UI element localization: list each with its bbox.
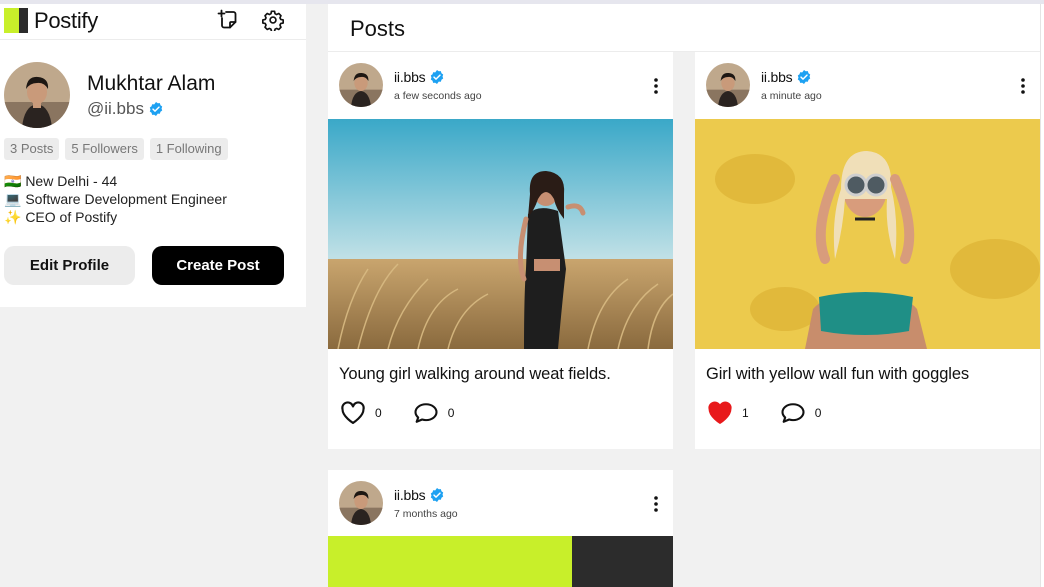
post-timestamp: a few seconds ago: [394, 90, 482, 102]
bio-line-role: ✨ CEO of Postify: [4, 209, 118, 225]
gear-icon[interactable]: [262, 9, 284, 31]
post-username[interactable]: ii.bbs: [394, 69, 426, 85]
comment-count: 0: [447, 406, 455, 420]
more-vertical-icon[interactable]: [647, 494, 665, 514]
profile-handle: @ii.bbs: [87, 99, 144, 118]
heart-icon[interactable]: [339, 399, 367, 427]
verified-badge-icon: [796, 69, 812, 85]
post-card: ii.bbs a few seconds ago Young girl walk…: [328, 52, 673, 449]
avatar[interactable]: [4, 62, 70, 128]
new-post-icon[interactable]: [217, 9, 239, 31]
profile-bio: 🇮🇳 New Delhi - 44 💻 Software Development…: [4, 172, 227, 226]
posts-count[interactable]: 3 Posts: [4, 138, 60, 160]
scrollbar-track[interactable]: [1040, 4, 1044, 587]
following-count[interactable]: 1 Following: [149, 138, 228, 160]
post-actions: 0 0: [339, 399, 454, 427]
verified-badge-icon: [429, 487, 445, 503]
more-vertical-icon[interactable]: [647, 76, 665, 96]
postify-logo-icon: [4, 8, 28, 33]
page-title: Posts: [350, 16, 406, 41]
post-username-row[interactable]: ii.bbs: [761, 69, 812, 85]
comment-icon[interactable]: [412, 399, 440, 427]
heart-icon[interactable]: [706, 399, 734, 427]
profile-sidebar: Postify Mukhtar Alam @ii.bbs 3 Posts 5 F…: [0, 4, 306, 307]
post-caption: Young girl walking around weat fields.: [339, 365, 611, 383]
post-card: ii.bbs a minute ago Girl with yellow wal…: [695, 52, 1040, 449]
comment-count: 0: [814, 406, 822, 420]
posts-header: Posts: [328, 4, 1040, 52]
post-image[interactable]: [328, 536, 673, 587]
post-timestamp: 7 months ago: [394, 508, 458, 520]
more-vertical-icon[interactable]: [1014, 76, 1032, 96]
post-username-row[interactable]: ii.bbs: [394, 487, 445, 503]
post-image[interactable]: [695, 119, 1040, 349]
bio-line-job: 💻 Software Development Engineer: [4, 191, 227, 207]
avatar[interactable]: [706, 63, 750, 107]
verified-badge-icon: [429, 69, 445, 85]
create-post-button[interactable]: Create Post: [152, 246, 284, 285]
post-image[interactable]: [328, 119, 673, 349]
comment-icon[interactable]: [779, 399, 807, 427]
profile-name: Mukhtar Alam: [87, 72, 216, 95]
followers-count[interactable]: 5 Followers: [65, 138, 144, 160]
avatar[interactable]: [339, 481, 383, 525]
profile-handle-row: @ii.bbs: [87, 99, 164, 119]
post-card: ii.bbs 7 months ago: [328, 470, 673, 587]
edit-profile-button[interactable]: Edit Profile: [4, 246, 135, 285]
app-name: Postify: [34, 8, 98, 33]
post-username[interactable]: ii.bbs: [761, 69, 793, 85]
verified-badge-icon: [148, 101, 164, 117]
post-username-row[interactable]: ii.bbs: [394, 69, 445, 85]
post-username[interactable]: ii.bbs: [394, 487, 426, 503]
post-actions: 1 0: [706, 399, 821, 427]
bio-line-location: 🇮🇳 New Delhi - 44: [4, 173, 118, 189]
brand-header: Postify: [0, 4, 306, 40]
avatar[interactable]: [339, 63, 383, 107]
profile-stats: 3 Posts 5 Followers 1 Following: [4, 138, 228, 160]
post-caption: Girl with yellow wall fun with goggles: [706, 365, 970, 383]
like-count: 0: [375, 406, 382, 420]
like-count: 1: [742, 406, 749, 420]
post-timestamp: a minute ago: [761, 90, 822, 102]
